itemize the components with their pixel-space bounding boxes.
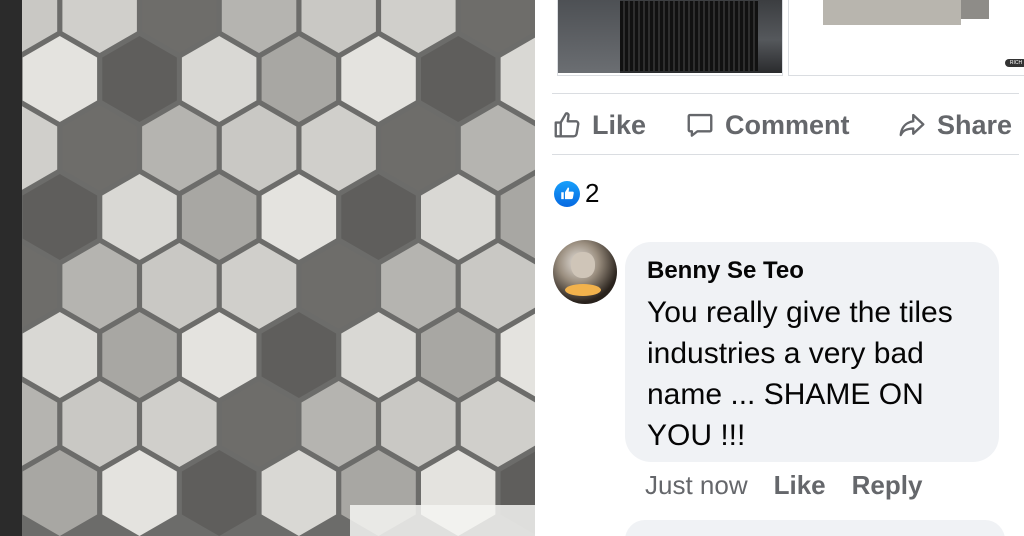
hexagon-tile	[62, 243, 137, 329]
hexagon-tile	[500, 313, 535, 397]
hexagon-tile	[341, 36, 416, 122]
comment-author[interactable]: Benny Se Teo	[647, 256, 977, 286]
hexagon-tile	[142, 381, 217, 467]
reaction-count: 2	[585, 178, 600, 208]
hexagon-tile	[261, 312, 337, 398]
hexagon-tile	[341, 312, 416, 398]
hexagon-tile	[22, 312, 98, 398]
comment-meta: Just now Like Reply	[645, 470, 922, 501]
comment-button[interactable]: Comment	[685, 96, 850, 154]
hexagon-tile	[181, 312, 257, 398]
hexagon-tile	[261, 174, 337, 260]
hexagon-tile	[301, 243, 376, 329]
hexagon-tile	[221, 381, 297, 467]
hexagon-tile	[460, 243, 535, 329]
hexagon-tile	[460, 381, 535, 467]
post-action-bar: Like Comment Share	[552, 96, 1022, 154]
wall-section	[558, 0, 620, 73]
like-button[interactable]: Like	[552, 96, 646, 154]
hexagon-tile	[421, 312, 496, 398]
hexagon-tile	[181, 174, 257, 260]
hexagon-tile	[62, 381, 137, 467]
like-reaction-icon	[554, 180, 580, 207]
hexagon-tile	[381, 243, 456, 329]
brand-logo: RICH	[1005, 59, 1024, 67]
comment-like-button[interactable]: Like	[774, 470, 826, 501]
post-image-thumbnail-right[interactable]: RICH	[788, 0, 1024, 76]
comment-button-label: Comment	[725, 109, 850, 140]
hexagon-tile	[500, 175, 535, 259]
avatar-dish	[565, 284, 601, 296]
hexagon-tile	[221, 105, 297, 191]
post-image-thumbnail-left[interactable]	[557, 0, 783, 76]
comment-bubble: Benny Se Teo You really give the tiles i…	[625, 242, 999, 462]
hexagon-tile	[22, 174, 98, 260]
hexagon-tile	[62, 105, 137, 191]
hexagon-tile	[102, 450, 177, 536]
next-comment-bubble	[625, 520, 1005, 536]
hexagon-tile	[500, 37, 535, 121]
fluted-panel	[620, 1, 758, 71]
hexagon-tile	[421, 174, 496, 260]
hexagon-tile	[142, 105, 217, 191]
hexagon-tile	[142, 243, 217, 329]
hexagon-tile	[181, 36, 257, 122]
like-button-label: Like	[592, 109, 647, 140]
hexagon-tile	[22, 450, 98, 536]
hexagon-tiles-image	[0, 0, 535, 536]
avatar[interactable]	[553, 240, 617, 304]
reaction-summary[interactable]: 2	[554, 178, 599, 209]
comment-text: You really give the tiles industries a v…	[647, 296, 953, 452]
hexagon-tile	[421, 36, 496, 122]
hexagon-tile	[102, 174, 177, 260]
hexagon-tile	[102, 312, 177, 398]
tile-floor-photo	[0, 0, 535, 536]
hexagon-tile	[301, 105, 376, 191]
hexagon-tile	[102, 36, 177, 122]
hexagon-tile	[301, 381, 376, 467]
hexagon-tile	[261, 36, 337, 122]
wall-edge	[0, 0, 22, 536]
comment-reply-button[interactable]: Reply	[852, 470, 923, 501]
hexagon-tile	[341, 174, 416, 260]
share-button[interactable]: Share	[897, 96, 1012, 154]
thumbs-up-outline-icon	[554, 112, 580, 138]
hexagon-tile	[381, 381, 456, 467]
comment-timestamp[interactable]: Just now	[645, 470, 748, 501]
hexagon-tile	[22, 36, 98, 122]
hexagon-tile	[221, 243, 297, 329]
light-reflection	[350, 505, 535, 536]
hexagon-tile	[460, 105, 535, 191]
share-arrow-icon	[899, 113, 925, 137]
divider	[552, 93, 1019, 94]
facebook-post: RICH Like Comment Share 2 Benny Se Teo Y…	[535, 0, 1024, 536]
divider	[552, 154, 1019, 155]
hexagon-tile	[181, 450, 257, 536]
hexagon-tile	[261, 450, 337, 536]
tile-sample-small	[961, 0, 989, 19]
thumbs-up-icon	[560, 187, 574, 200]
avatar-face	[571, 252, 595, 278]
comment-bubble-icon	[687, 113, 713, 137]
tile-sample	[823, 0, 961, 25]
hexagon-tile	[381, 105, 456, 191]
share-button-label: Share	[937, 109, 1013, 140]
